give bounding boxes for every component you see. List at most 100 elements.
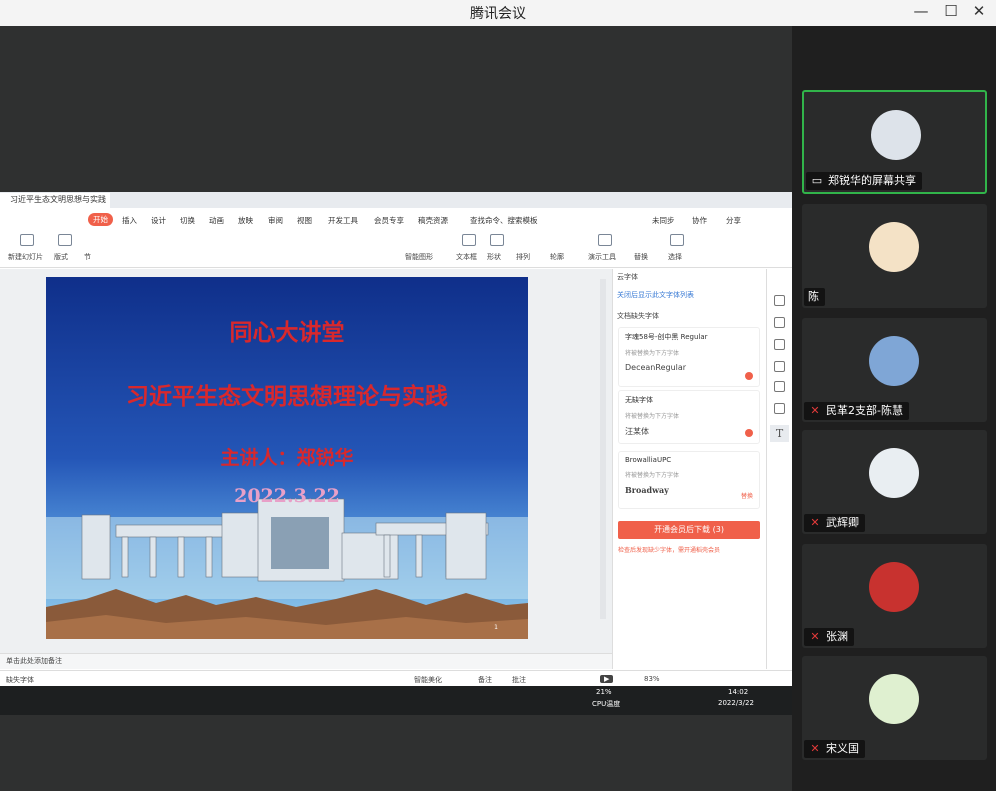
menu-member[interactable]: 会员专享 (374, 215, 404, 226)
ribbon-layout[interactable]: 版式 (54, 252, 68, 262)
participant-name: 宋义国 (826, 742, 859, 755)
ribbon-select[interactable]: 选择 (668, 252, 682, 262)
missing-fonts-section: 文档缺失字体 (617, 312, 659, 320)
participant-tile[interactable]: ▭ 郑锐华的屏幕共享 (802, 90, 987, 194)
participant-tile[interactable]: ✕ 宋义国 (802, 656, 987, 760)
new-slide-icon[interactable] (20, 234, 34, 246)
text-font-icon[interactable]: T (770, 425, 789, 442)
menu-insert[interactable]: 插入 (122, 215, 137, 226)
menu-design[interactable]: 设计 (151, 215, 166, 226)
menu-view[interactable]: 视图 (297, 215, 312, 226)
participant-tile[interactable]: 陈 (802, 204, 987, 308)
font-card-name: 字魂58号-创中黑 Regular (625, 333, 708, 341)
document-tab[interactable]: 习近平生态文明思想与实践 (0, 193, 110, 208)
menu-developer[interactable]: 开发工具 (328, 215, 358, 226)
maximize-button[interactable]: ☐ (938, 2, 964, 20)
layout-icon[interactable] (58, 234, 72, 246)
participant-tile[interactable]: ✕ 武辉卿 (802, 430, 987, 534)
sync-status[interactable]: 未同步 (652, 215, 675, 226)
collaborate-button[interactable]: 协作 (692, 215, 707, 226)
mic-muted-icon: ✕ (810, 516, 820, 529)
participant-name: 张渊 (826, 630, 848, 643)
properties-icon[interactable] (774, 295, 785, 306)
ribbon-smartart[interactable]: 智能图形 (405, 252, 433, 262)
menu-slideshow[interactable]: 放映 (238, 215, 253, 226)
participant-label: ▭ 郑锐华的屏幕共享 (806, 172, 922, 190)
replace-link[interactable]: 替换 (741, 491, 753, 500)
textbox-icon[interactable] (462, 234, 476, 246)
avatar (869, 448, 919, 498)
menu-home[interactable]: 开始 (88, 213, 113, 226)
pin-icon[interactable] (774, 317, 785, 328)
notes-area[interactable]: 单击此处添加备注 (0, 653, 612, 669)
editor-side-toolbar: T (766, 269, 792, 669)
participant-sidebar: ▭ 郑锐华的屏幕共享 陈 ✕ 民革2支部-陈慧 ✕ 武辉卿 ✕ 张渊 ✕ 宋义国 (792, 26, 996, 791)
ribbon-outline[interactable]: 轮廓 (550, 252, 564, 262)
avatar (869, 562, 919, 612)
slide-title: 同心大讲堂 (229, 319, 345, 346)
cpu-percent: 21% (596, 688, 612, 696)
ribbon-arrange[interactable]: 排列 (516, 252, 530, 262)
avatar (869, 336, 919, 386)
play-icon[interactable]: ▶ (600, 675, 614, 683)
clock-time: 14:02 (728, 688, 749, 696)
screen-share-view[interactable]: 习近平生态文明思想与实践 开始 插入 设计 切换 动画 放映 审阅 视图 开发工… (0, 192, 792, 715)
participant-tile[interactable]: ✕ 张渊 (802, 544, 987, 648)
slide-page-number: 1 (494, 624, 498, 631)
wps-ribbon: 新建幻灯片 版式 节 智能图形 文本框 形状 排列 轮廓 演示工具 替换 选择 (0, 230, 792, 268)
participant-label: ✕ 张渊 (804, 628, 854, 646)
wps-menu-bar: 开始 插入 设计 切换 动画 放映 审阅 视图 开发工具 会员专享 稿壳资源 查… (0, 211, 792, 229)
slide-canvas[interactable]: 同心大讲堂 习近平生态文明思想理论与实践 主讲人：郑锐华 2022.3.22 1 (46, 277, 528, 639)
shape-icon[interactable] (490, 234, 504, 246)
smart-beautify-button[interactable]: 智能美化 (414, 675, 442, 685)
download-fonts-button[interactable]: 开通会员后下载 (3) (618, 521, 760, 539)
font-card[interactable]: 字魂58号-创中黑 Regular 将被替换为下方字体 DeceanRegula… (618, 327, 760, 387)
mic-muted-icon: ✕ (810, 742, 820, 755)
ribbon-new-slide[interactable]: 新建幻灯片 (8, 252, 43, 262)
close-button[interactable]: ✕ (966, 2, 992, 20)
share-button[interactable]: 分享 (726, 215, 741, 226)
font-card[interactable]: 无缺字体 将被替换为下方字体 汪某体 (618, 390, 760, 444)
comment-toggle[interactable]: 批注 (512, 675, 526, 685)
missing-font-status[interactable]: 缺失字体 (6, 675, 34, 685)
font-card[interactable]: BrowalliaUPC 将被替换为下方字体 Broadway 替换 (618, 451, 760, 509)
editor-scrollbar[interactable] (600, 279, 606, 619)
notes-toggle[interactable]: 备注 (478, 675, 492, 685)
layers-icon[interactable] (774, 339, 785, 350)
participant-name: 郑锐华的屏幕共享 (828, 174, 916, 187)
participant-name: 陈 (808, 290, 819, 303)
cloud-font-panel: 云字体 关闭后显示此文字体列表 文档缺失字体 字魂58号-创中黑 Regular… (612, 269, 766, 669)
select-icon[interactable] (670, 234, 684, 246)
mic-muted-icon: ✕ (810, 404, 820, 417)
meeting-stage: 习近平生态文明思想与实践 开始 插入 设计 切换 动画 放映 审阅 视图 开发工… (0, 26, 792, 791)
presentation-tools-icon[interactable] (598, 234, 612, 246)
help-icon[interactable] (774, 361, 785, 372)
ribbon-replace[interactable]: 替换 (634, 252, 648, 262)
location-icon[interactable] (774, 403, 785, 414)
font-card-name: BrowalliaUPC (625, 456, 672, 464)
font-panel-header: 云字体 (617, 273, 638, 281)
menu-transition[interactable]: 切换 (180, 215, 195, 226)
participant-tile[interactable]: ✕ 民革2支部-陈慧 (802, 318, 987, 422)
participant-name: 武辉卿 (826, 516, 859, 529)
menu-docer[interactable]: 稿壳资源 (418, 215, 448, 226)
image-icon[interactable] (774, 381, 785, 392)
slide-speaker: 主讲人：郑锐华 (220, 447, 354, 469)
ribbon-section[interactable]: 节 (84, 252, 91, 262)
download-icon[interactable] (745, 429, 753, 437)
menu-animation[interactable]: 动画 (209, 215, 224, 226)
ribbon-presentation-tools[interactable]: 演示工具 (588, 252, 616, 262)
ribbon-shape[interactable]: 形状 (487, 252, 501, 262)
menu-review[interactable]: 审阅 (268, 215, 283, 226)
minimize-button[interactable]: — (908, 2, 934, 20)
font-panel-link[interactable]: 关闭后显示此文字体列表 (617, 290, 694, 300)
menu-search[interactable]: 查找命令、搜索模板 (470, 215, 538, 226)
download-icon[interactable] (745, 372, 753, 380)
slide-editor: 同心大讲堂 习近平生态文明思想理论与实践 主讲人：郑锐华 2022.3.22 1 (0, 269, 612, 653)
ribbon-textbox[interactable]: 文本框 (456, 252, 477, 262)
zoom-level[interactable]: 83% (644, 675, 660, 683)
slide-date: 2022.3.22 (234, 485, 340, 507)
font-card-sub: 将被替换为下方字体 (625, 413, 680, 420)
window-title: 腾讯会议 (470, 6, 526, 22)
font-card-name: 无缺字体 (625, 396, 653, 404)
